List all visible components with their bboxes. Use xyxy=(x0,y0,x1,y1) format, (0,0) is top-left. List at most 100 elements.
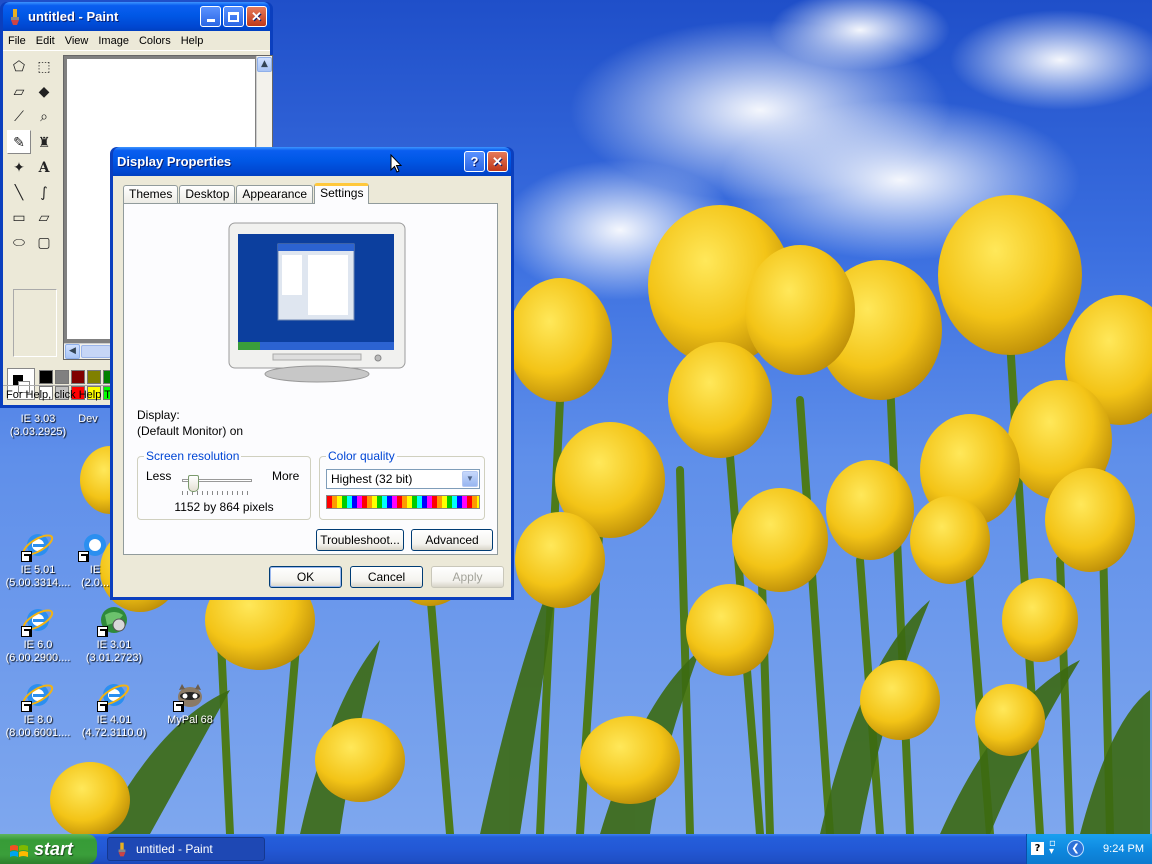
help-button[interactable]: ? xyxy=(464,151,485,172)
ellipse-icon[interactable]: ⬭ xyxy=(7,231,31,255)
resolution-slider[interactable] xyxy=(182,475,252,499)
magnifier-icon[interactable]: ⌕ xyxy=(32,105,56,129)
minimize-icon xyxy=(206,19,215,22)
rectangle-icon[interactable]: ▭ xyxy=(7,206,31,230)
menu-view[interactable]: View xyxy=(60,35,94,47)
chevron-down-icon[interactable]: ▼ xyxy=(462,471,478,487)
menu-colors[interactable]: Colors xyxy=(134,35,176,47)
monitor-preview-icon xyxy=(228,222,406,383)
display-properties-window[interactable]: Display Properties ? ✕ Themes Desktop Ap… xyxy=(110,147,514,600)
display-titlebar[interactable]: Display Properties ? ✕ xyxy=(113,147,511,176)
paint-title: untitled - Paint xyxy=(28,9,119,24)
menu-file[interactable]: File xyxy=(3,35,31,47)
menu-image[interactable]: Image xyxy=(93,35,134,47)
close-icon: ✕ xyxy=(251,8,262,24)
palette-swatch[interactable] xyxy=(87,370,101,384)
pencil-icon[interactable]: ✎ xyxy=(7,130,31,154)
shortcut-arrow-icon xyxy=(21,701,32,712)
menu-edit[interactable]: Edit xyxy=(31,35,60,47)
tool-options-box[interactable] xyxy=(13,289,57,357)
display-value: (Default Monitor) on xyxy=(137,424,244,438)
desktop-icon-dev[interactable]: Dev xyxy=(68,413,108,426)
horizontal-scroll-thumb[interactable] xyxy=(81,345,111,358)
color-picker-icon[interactable]: ⟋ xyxy=(7,105,31,129)
tab-themes[interactable]: Themes xyxy=(123,185,179,203)
eraser-icon[interactable]: ▱ xyxy=(7,80,31,104)
desktop-icon-ie80[interactable]: IE 8.0 (8.00.6001.... xyxy=(0,678,76,740)
fill-bucket-icon[interactable]: ◆ xyxy=(32,80,56,104)
ok-button[interactable]: OK xyxy=(269,566,342,588)
mouse-cursor-icon xyxy=(390,154,402,173)
shortcut-arrow-icon xyxy=(97,701,108,712)
polygon-icon[interactable]: ▱ xyxy=(32,206,56,230)
palette-swatch[interactable] xyxy=(39,370,53,384)
paint-app-icon xyxy=(8,8,22,25)
taskbar: start untitled - Paint ? ▫ ▾ ❮ 9:24 PM xyxy=(0,834,1152,864)
palette-swatch[interactable] xyxy=(55,370,69,384)
desktop-icon-ie2[interactable]: IE (2.0... xyxy=(78,528,112,590)
color-quality-select[interactable]: Highest (32 bit) ▼ xyxy=(326,469,480,489)
desktop-icon-label: IE 4.01 xyxy=(96,714,132,726)
maximize-button[interactable] xyxy=(223,6,244,27)
shortcut-arrow-icon xyxy=(173,701,184,712)
brush-icon[interactable]: ♜ xyxy=(32,131,56,155)
desktop-icon-mypal[interactable]: MyPal 68 xyxy=(152,678,228,727)
desktop-icon-label: Dev xyxy=(78,413,98,425)
color-quality-value: Highest (32 bit) xyxy=(331,472,413,486)
chevron-left-icon[interactable]: ❮ xyxy=(1067,840,1084,857)
color-spectrum-bar xyxy=(326,495,480,509)
start-button[interactable]: start xyxy=(0,834,97,864)
help-icon: ? xyxy=(470,154,479,169)
desktop-icon-sublabel: (3.01.2723) xyxy=(85,652,143,664)
rounded-rect-icon[interactable]: ▢ xyxy=(32,231,56,255)
tab-desktop[interactable]: Desktop xyxy=(179,185,236,203)
curve-icon[interactable]: ∫ xyxy=(32,181,56,205)
paint-titlebar[interactable]: untitled - Paint ✕ xyxy=(3,2,270,31)
shortcut-arrow-icon xyxy=(21,626,32,637)
desktop-icon-sublabel: (8.00.6001.... xyxy=(5,727,71,739)
clock: 9:24 PM xyxy=(1103,843,1144,855)
ie-icon xyxy=(21,528,55,562)
desktop-icon-ie501[interactable]: IE 5.01 (5.00.3314.... xyxy=(0,528,76,590)
text-icon[interactable]: A xyxy=(32,156,56,180)
palette-swatch[interactable] xyxy=(71,370,85,384)
display-label: Display: xyxy=(137,408,180,422)
desktop-icon-label: IE 6.0 xyxy=(23,639,53,651)
close-button[interactable]: ✕ xyxy=(246,6,267,27)
network-tray-icon[interactable]: ▫ ▾ xyxy=(1049,839,1061,857)
resolution-value: 1152 by 864 pixels xyxy=(174,500,274,514)
scroll-left-icon[interactable]: ◀ xyxy=(65,344,80,359)
screen-resolution-group: Screen resolution Less More 1152 by 864 … xyxy=(137,449,311,520)
apply-button[interactable]: Apply xyxy=(431,566,504,588)
cancel-button[interactable]: Cancel xyxy=(350,566,423,588)
line-icon[interactable]: ╲ xyxy=(7,181,31,205)
minimize-button[interactable] xyxy=(200,6,221,27)
desktop-icon-ie60[interactable]: IE 6.0 (6.00.2900.... xyxy=(0,603,76,665)
paint-app-icon xyxy=(116,842,128,857)
windows-logo-icon xyxy=(9,840,29,858)
close-button[interactable]: ✕ xyxy=(487,151,508,172)
slider-thumb[interactable] xyxy=(188,475,199,492)
help-tray-icon[interactable]: ? xyxy=(1031,842,1044,855)
desktop-icon-ie303[interactable]: IE 3.03 (3.03.2925) xyxy=(0,413,76,439)
taskbar-item-paint[interactable]: untitled - Paint xyxy=(107,837,265,861)
troubleshoot-button[interactable]: Troubleshoot... xyxy=(316,529,404,551)
tab-strip: Themes Desktop Appearance Settings xyxy=(120,183,504,204)
free-select-icon[interactable]: ⬠ xyxy=(7,55,31,79)
advanced-button[interactable]: Advanced xyxy=(411,529,493,551)
airbrush-icon[interactable]: ✦ xyxy=(7,156,31,180)
tab-appearance[interactable]: Appearance xyxy=(236,185,314,203)
tab-settings[interactable]: Settings xyxy=(314,183,370,204)
settings-panel: Display: (Default Monitor) on Screen res… xyxy=(123,203,498,555)
shortcut-arrow-icon xyxy=(21,551,32,562)
menu-help[interactable]: Help xyxy=(176,35,209,47)
ie-globe-icon xyxy=(97,603,131,637)
less-label: Less xyxy=(146,469,172,483)
scroll-up-icon[interactable]: ▲ xyxy=(257,57,272,72)
desktop-icon-label: IE 8.0 xyxy=(23,714,53,726)
desktop-icon-ie301[interactable]: IE 3.01 (3.01.2723) xyxy=(76,603,152,665)
desktop-icon-ie401[interactable]: IE 4.01 (4.72.3110.0) xyxy=(76,678,152,740)
desktop-icon-label: IE 3.01 xyxy=(96,639,132,651)
desktop-icon-sublabel: (2.0... xyxy=(80,577,110,589)
rect-select-icon[interactable]: ⬚ xyxy=(32,55,56,79)
